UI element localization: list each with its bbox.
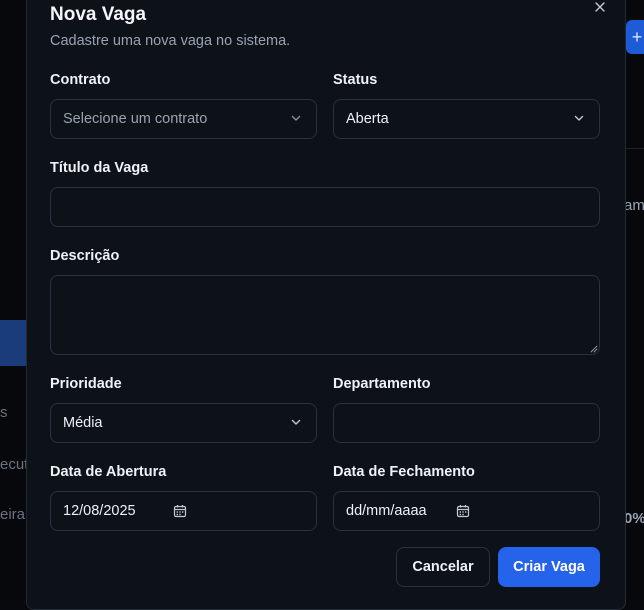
contrato-placeholder: Selecione um contrato [63, 111, 208, 127]
background-text-fragment: ecut [0, 456, 29, 473]
data-fechamento-label: Data de Fechamento [333, 464, 475, 480]
calendar-icon[interactable] [173, 504, 187, 518]
background-text-fragment: s [0, 404, 8, 421]
chevron-down-icon [291, 419, 301, 425]
contrato-select[interactable]: Selecione um contrato [50, 99, 317, 139]
background-sidebar-active-item [0, 320, 26, 366]
dialog-title: Nova Vaga [50, 4, 147, 25]
chevron-down-icon [574, 115, 584, 121]
background-divider [626, 148, 644, 149]
descricao-textarea[interactable] [50, 275, 600, 355]
data-fechamento-input[interactable]: dd/mm/aaaa [333, 491, 600, 531]
background-text-fragment: 0% [624, 510, 644, 527]
data-abertura-label: Data de Abertura [50, 464, 167, 480]
background-plus-icon: + [631, 27, 643, 47]
data-abertura-input[interactable]: 12/08/2025 [50, 491, 317, 531]
prioridade-label: Prioridade [50, 376, 122, 392]
status-label: Status [333, 72, 378, 88]
descricao-label: Descrição [50, 248, 120, 264]
create-vacancy-button[interactable]: Criar Vaga [498, 547, 600, 587]
background-text-fragment: am [624, 197, 644, 214]
dialog-subtitle: Cadastre uma nova vaga no sistema. [50, 33, 291, 49]
status-select[interactable]: Aberta [333, 99, 600, 139]
prioridade-select[interactable]: Média [50, 403, 317, 443]
data-abertura-value: 12/08/2025 [63, 503, 136, 519]
cancel-button[interactable]: Cancelar [396, 547, 490, 587]
chevron-down-icon [291, 115, 301, 121]
close-icon [595, 2, 605, 12]
departamento-label: Departamento [333, 376, 431, 392]
resize-handle-icon[interactable] [590, 345, 598, 353]
status-value: Aberta [346, 111, 389, 127]
calendar-icon[interactable] [456, 504, 470, 518]
data-fechamento-placeholder: dd/mm/aaaa [346, 503, 427, 519]
contrato-label: Contrato [50, 72, 111, 88]
titulo-input[interactable] [50, 187, 600, 227]
departamento-input[interactable] [333, 403, 600, 443]
prioridade-value: Média [63, 415, 103, 431]
titulo-label: Título da Vaga [50, 160, 149, 176]
close-button[interactable] [590, 0, 610, 16]
background-text-fragment: eira [0, 506, 26, 523]
